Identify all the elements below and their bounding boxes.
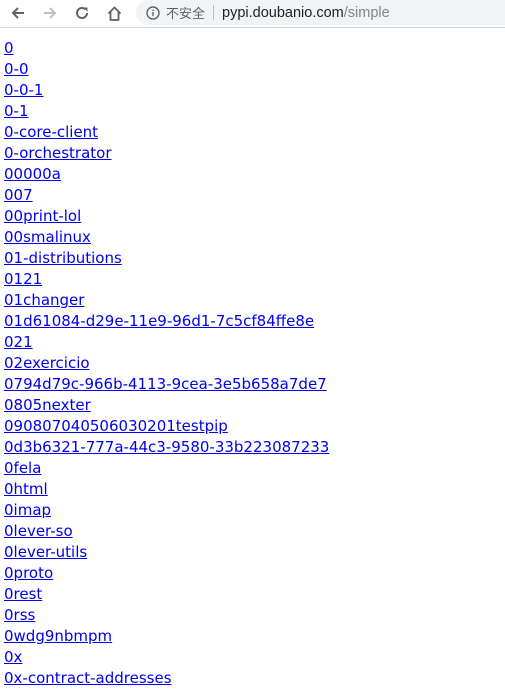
package-link[interactable]: 01changer [4,290,329,311]
package-link[interactable]: 00print-lol [4,206,329,227]
info-icon[interactable] [146,5,160,20]
package-link[interactable]: 0rest [4,584,329,605]
package-link[interactable]: 021 [4,332,329,353]
url-text[interactable]: pypi.doubanio.com/simple [222,5,390,21]
back-button[interactable] [6,2,30,24]
forward-button[interactable] [38,2,62,24]
security-label[interactable]: 不安全 [166,3,205,22]
package-link[interactable]: 0-orchestrator [4,143,329,164]
package-link[interactable]: 0lever-utils [4,542,329,563]
package-link[interactable]: 0-0-1 [4,80,329,101]
reload-icon [76,6,88,19]
package-link[interactable]: 0-core-client [4,122,329,143]
package-link[interactable]: 0html [4,479,329,500]
package-link[interactable]: 0proto [4,563,329,584]
package-link[interactable]: 00000a [4,164,329,185]
package-list: 0 0-0 0-0-1 0-1 0-core-client 0-orchestrator 0… [4,38,329,689]
home-icon [107,6,121,21]
address-bar[interactable]: 不安全 pypi.doubanio.com/simple [136,0,505,25]
package-link[interactable]: 090807040506030201testpip [4,416,329,437]
package-link[interactable]: 0lever-so [4,521,329,542]
url-host: pypi.doubanio.com [222,4,344,21]
package-link[interactable]: 01d61084-d29e-11e9-96d1-7c5cf84ffe8e [4,311,329,332]
package-link[interactable]: 02exercicio [4,353,329,374]
package-link[interactable]: 0fela [4,458,329,479]
package-link[interactable]: 0805nexter [4,395,329,416]
package-link[interactable]: 0d3b6321-777a-44c3-9580-33b223087233 [4,437,329,458]
reload-button[interactable] [70,2,94,24]
forward-arrow-icon [44,7,57,19]
package-link[interactable]: 0-0 [4,59,329,80]
address-separator [213,5,215,20]
url-path: /simple [343,4,390,21]
package-link[interactable]: 0-1 [4,101,329,122]
package-link[interactable]: 0rss [4,605,329,626]
package-link[interactable]: 0 [4,38,329,59]
package-link[interactable]: 0imap [4,500,329,521]
home-button[interactable] [102,2,126,24]
package-link[interactable]: 01-distributions [4,248,329,269]
back-arrow-icon [11,7,24,19]
package-link[interactable]: 0121 [4,269,329,290]
package-link[interactable]: 0wdg9nbmpm [4,626,329,647]
package-link[interactable]: 0x-contract-addresses [4,668,329,689]
package-link[interactable]: 0x [4,647,329,668]
browser-toolbar: 不安全 pypi.doubanio.com/simple [0,0,505,28]
package-link[interactable]: 007 [4,185,329,206]
package-link[interactable]: 00smalinux [4,227,329,248]
package-link[interactable]: 0794d79c-966b-4113-9cea-3e5b658a7de7 [4,374,329,395]
